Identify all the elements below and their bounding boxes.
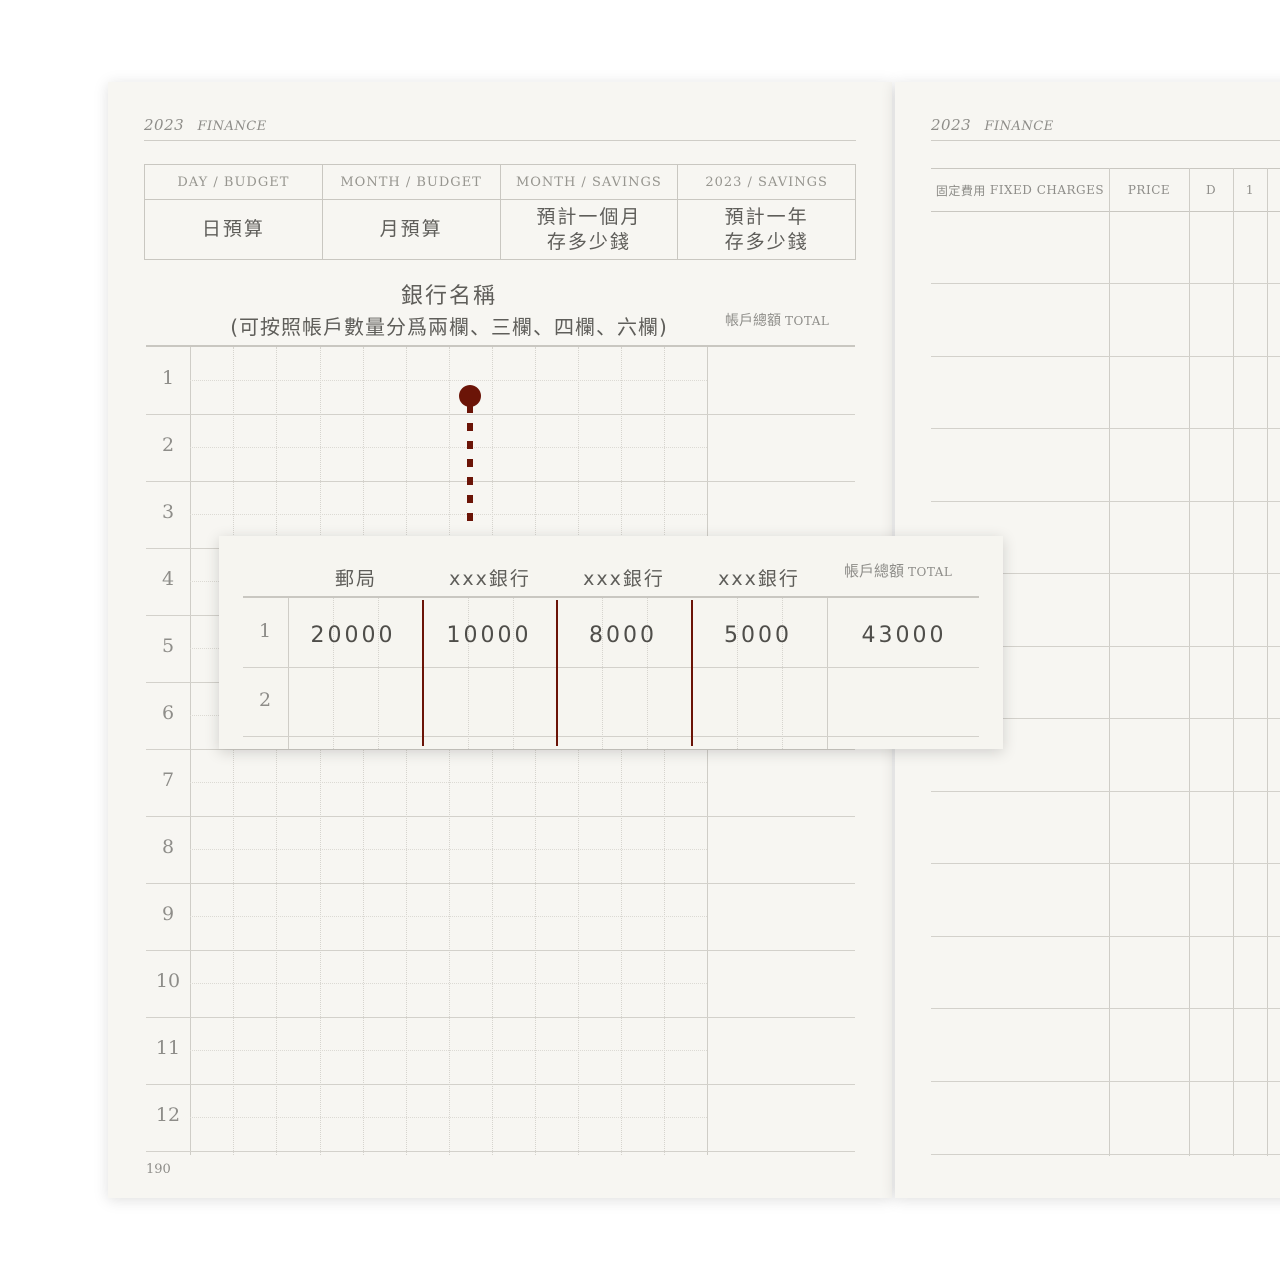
fixed-charges-col: 固定費用 FIXED CHARGES: [931, 169, 1109, 211]
table-row[interactable]: 11: [146, 1017, 855, 1085]
budget-month-en: MONTH / BUDGET: [322, 165, 500, 200]
savings-year-en: 2023 / SAVINGS: [678, 165, 855, 200]
account-total-label: 帳戶總額 TOTAL: [725, 310, 829, 330]
table-row[interactable]: [931, 791, 1280, 792]
example-total-en: TOTAL: [908, 565, 953, 579]
grid-line: [190, 782, 707, 783]
header-year: 2023: [144, 116, 185, 134]
example-col-post: 郵局: [334, 568, 377, 590]
row-number: 4: [161, 568, 175, 590]
amount-post: 20000: [310, 623, 396, 648]
table-row[interactable]: 2: [146, 414, 855, 482]
example-col-bank-3: xxx銀行: [718, 568, 800, 590]
callout-pin-dot: [459, 385, 481, 407]
row-number: 1: [258, 620, 272, 642]
column-divider-red: [691, 600, 693, 746]
row-number: 3: [161, 501, 175, 523]
budget-table: DAY / BUDGET 日預算 MONTH / BUDGET 月預算 MONT…: [144, 164, 856, 260]
example-total-zh: 帳戶總額: [844, 562, 905, 580]
grid-line: [190, 380, 707, 381]
example-col-bank-1: xxx銀行: [449, 568, 531, 590]
table-row[interactable]: [931, 1081, 1280, 1082]
bank-grid: 1 2 3 4 5 6 7 8 9 10 11 12: [146, 347, 855, 1155]
column-divider-red: [422, 600, 424, 746]
amount-bank-3: 5000: [724, 623, 792, 648]
row-number: 2: [258, 689, 272, 711]
row-number: 12: [155, 1104, 181, 1126]
bank-title-sub: (可按照帳戶數量分爲兩欄、三欄、四欄、六欄): [230, 315, 668, 339]
budget-month-zh: 月預算: [379, 218, 443, 240]
d-col: D: [1205, 183, 1217, 197]
table-row[interactable]: [931, 936, 1280, 937]
grid-line: [190, 916, 707, 917]
table-row[interactable]: 2: [243, 667, 979, 737]
page-header: 2023 FINANCE: [931, 116, 1280, 141]
row-number: 5: [161, 635, 175, 657]
day-one-col: 1: [1245, 183, 1255, 197]
table-row[interactable]: 7: [146, 749, 855, 817]
account-total-zh: 帳戶總額: [725, 313, 781, 329]
grid-line: [190, 514, 707, 515]
savings-month[interactable]: MONTH / SAVINGS 預計一個月 存多少錢: [500, 165, 679, 259]
grid-line: [190, 447, 707, 448]
savings-year-zh: 預計一年 存多少錢: [724, 205, 809, 253]
table-row[interactable]: [931, 356, 1280, 357]
table-row[interactable]: 9: [146, 883, 855, 951]
savings-year[interactable]: 2023 / SAVINGS 預計一年 存多少錢: [678, 165, 855, 259]
table-row[interactable]: 8: [146, 816, 855, 884]
example-total-label: 帳戶總額 TOTAL: [844, 560, 952, 581]
row-number: 7: [161, 769, 175, 791]
grid-line: [190, 983, 707, 984]
example-card: 郵局 xxx銀行 xxx銀行 xxx銀行 帳戶總額 TOTAL 1 2 20000…: [219, 536, 1003, 749]
table-row[interactable]: [931, 1008, 1280, 1009]
price-col: PRICE: [1127, 183, 1171, 197]
column-divider-red: [556, 600, 558, 746]
header-label: FINANCE: [197, 119, 267, 134]
row-number: 8: [161, 836, 175, 858]
row-number: 2: [161, 434, 175, 456]
table-row[interactable]: [931, 428, 1280, 429]
bank-title: 銀行名稱 (可按照帳戶數量分爲兩欄、三欄、四欄、六欄): [188, 282, 710, 342]
table-row[interactable]: [931, 283, 1280, 284]
savings-month-zh: 預計一個月 存多少錢: [536, 205, 642, 253]
example-col-bank-2: xxx銀行: [583, 568, 665, 590]
header-year: 2023: [931, 116, 972, 134]
row-number: 1: [161, 367, 175, 389]
budget-month[interactable]: MONTH / BUDGET 月預算: [322, 165, 501, 259]
table-row[interactable]: 1: [146, 347, 855, 415]
bank-title-main: 銀行名稱: [400, 284, 497, 309]
amount-bank-1: 10000: [446, 623, 532, 648]
grid-line: [190, 849, 707, 850]
fixed-charges-header: 固定費用 FIXED CHARGES PRICE D 1: [931, 168, 1280, 212]
table-row[interactable]: [931, 863, 1280, 864]
row-number: 11: [155, 1037, 181, 1059]
budget-day[interactable]: DAY / BUDGET 日預算: [145, 165, 323, 259]
table-row[interactable]: 10: [146, 950, 855, 1018]
table-row[interactable]: [931, 501, 1280, 502]
row-number: 10: [155, 970, 181, 992]
savings-month-en: MONTH / SAVINGS: [500, 165, 678, 200]
grid-line: [190, 1050, 707, 1051]
row-number: 9: [161, 903, 175, 925]
amount-total: 43000: [861, 623, 947, 648]
account-total-en: TOTAL: [785, 314, 830, 328]
fixed-charges-zh: 固定費用: [935, 183, 986, 198]
grid-line: [190, 1117, 707, 1118]
budget-day-zh: 日預算: [201, 218, 265, 240]
page-number: 190: [146, 1162, 171, 1177]
amount-bank-2: 8000: [589, 623, 657, 648]
page-header: 2023 FINANCE: [144, 116, 856, 141]
header-label: FINANCE: [984, 119, 1054, 134]
table-row[interactable]: [931, 1154, 1280, 1155]
fixed-charges-en: FIXED CHARGES: [989, 183, 1105, 197]
budget-day-en: DAY / BUDGET: [145, 165, 322, 200]
callout-pin-line: [467, 405, 473, 531]
table-row[interactable]: 12: [146, 1084, 855, 1152]
row-number: 6: [161, 702, 175, 724]
